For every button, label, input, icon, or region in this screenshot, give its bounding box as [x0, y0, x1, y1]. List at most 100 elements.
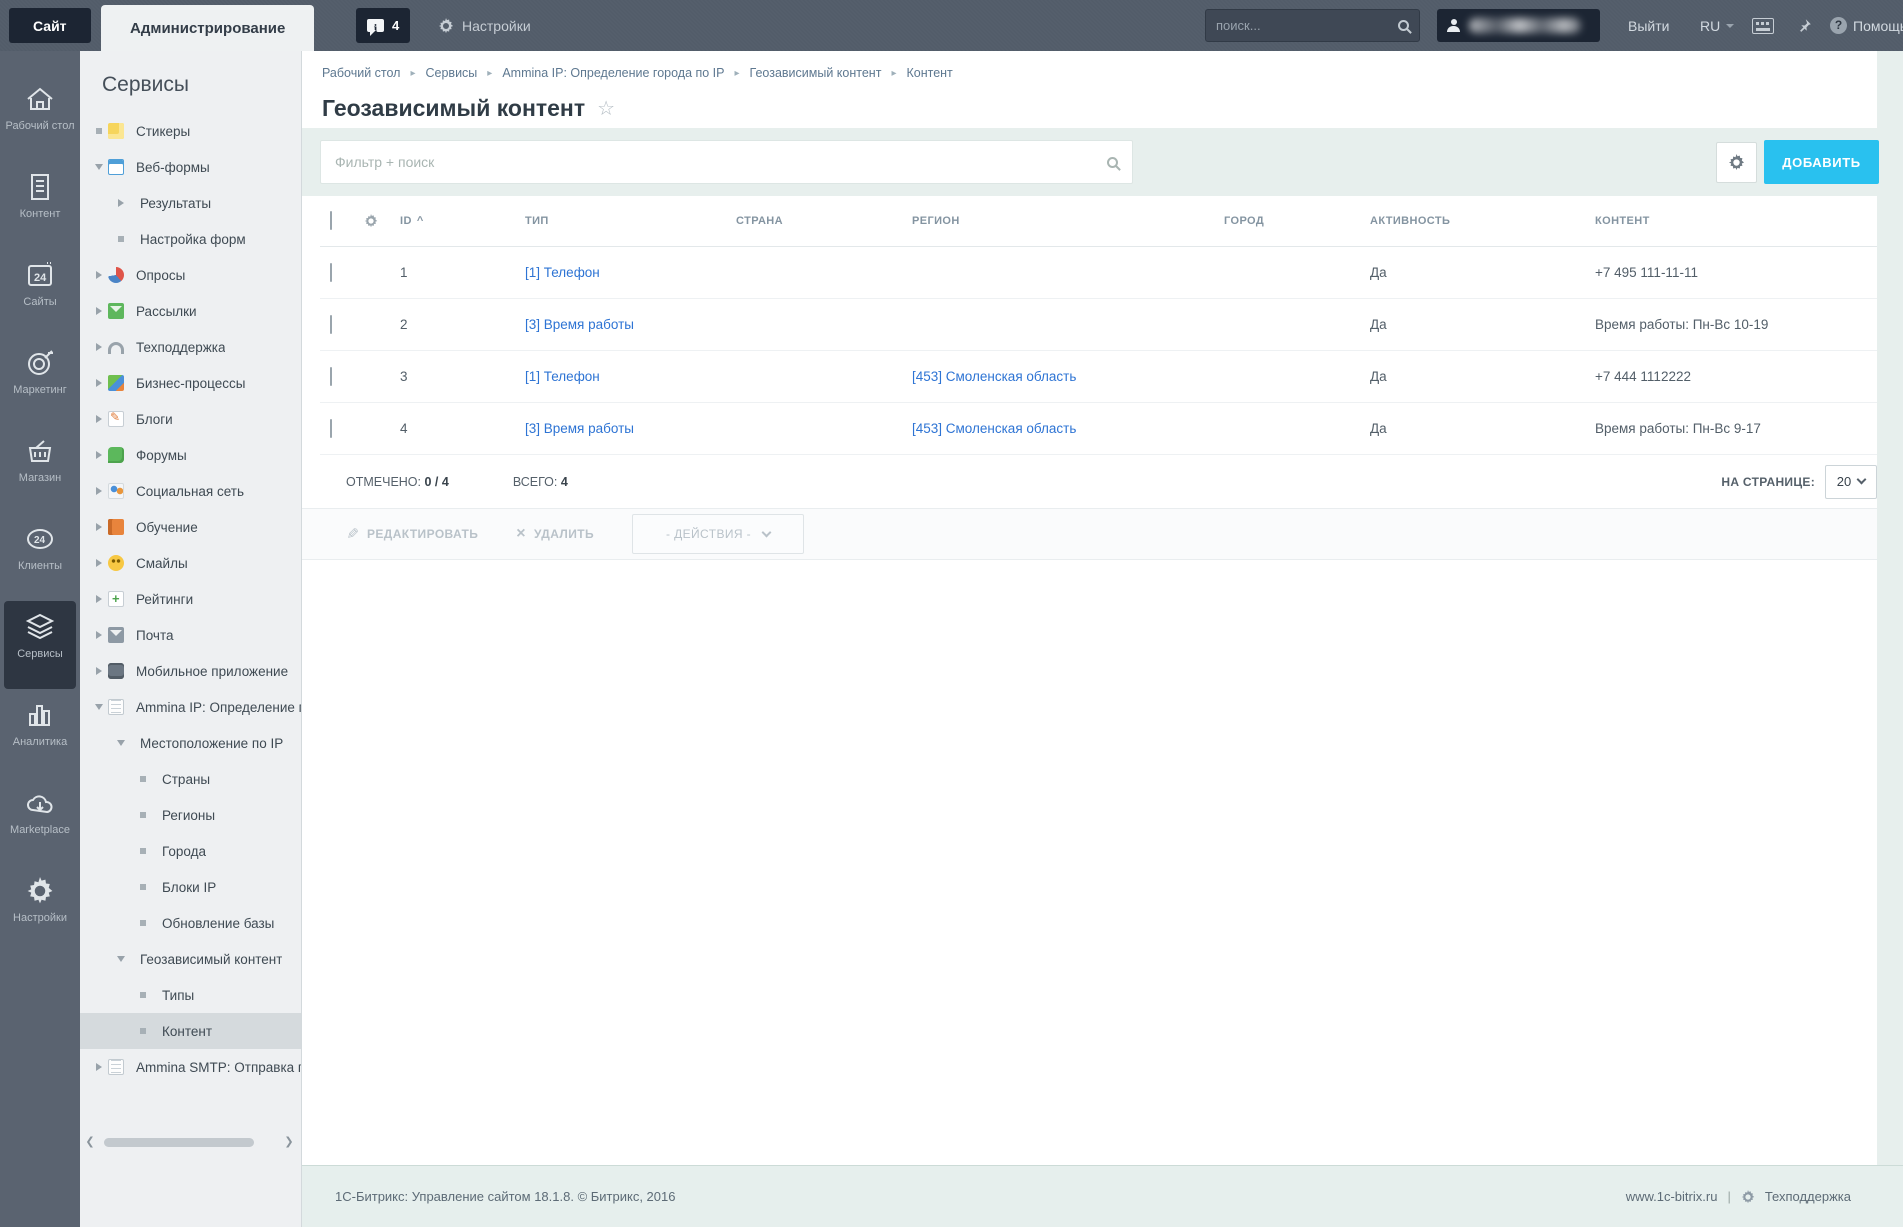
sidebar-item-bizproc[interactable]: Бизнес-процессы — [80, 365, 301, 401]
rail-item-settings[interactable]: Настройки — [4, 865, 76, 953]
collapsed-arrow-icon[interactable] — [96, 595, 106, 603]
collapsed-arrow-icon[interactable] — [96, 1063, 106, 1071]
cell-type-link[interactable]: [3] Время работы — [525, 317, 634, 332]
sidebar-item-results[interactable]: Результаты — [80, 185, 301, 221]
column-header-region[interactable]: РЕГИОН — [904, 215, 1216, 227]
collapsed-arrow-icon[interactable] — [96, 415, 106, 423]
breadcrumb-link[interactable]: Сервисы — [426, 66, 478, 80]
language-switcher[interactable]: RU — [1700, 0, 1735, 51]
collapsed-arrow-icon[interactable] — [96, 667, 106, 675]
sidebar-item-mobile-app[interactable]: Мобильное приложение — [80, 653, 301, 689]
sidebar-item-form-settings[interactable]: Настройка форм — [80, 221, 301, 257]
collapsed-arrow-icon[interactable] — [96, 379, 106, 387]
collapsed-arrow-icon[interactable] — [96, 523, 106, 531]
scroll-left-icon[interactable]: ❮ — [84, 1136, 96, 1149]
user-menu-button[interactable] — [1437, 9, 1600, 42]
collapsed-arrow-icon[interactable] — [96, 307, 106, 315]
cell-type-link[interactable]: [1] Телефон — [525, 265, 600, 280]
filter-search[interactable] — [320, 140, 1133, 184]
sidebar-item-geo-content[interactable]: Геозависимый контент — [80, 941, 301, 977]
sidebar-item-support[interactable]: Техподдержка — [80, 329, 301, 365]
sidebar-item-ammina-ip[interactable]: Ammina IP: Определение г — [80, 689, 301, 725]
filter-search-input[interactable] — [335, 154, 1107, 170]
scroll-right-icon[interactable]: ❯ — [283, 1136, 295, 1149]
sidebar-item-stickers[interactable]: Стикеры — [80, 113, 301, 149]
cell-type-link[interactable]: [3] Время работы — [525, 421, 634, 436]
column-settings-gear-icon[interactable] — [356, 214, 392, 228]
column-header-city[interactable]: ГОРОД — [1216, 215, 1362, 227]
sidebar-item-db-update[interactable]: Обновление базы — [80, 905, 301, 941]
notifications-button[interactable]: 4 — [356, 8, 411, 43]
collapsed-arrow-icon[interactable] — [96, 487, 106, 495]
sidebar-item-types[interactable]: Типы — [80, 977, 301, 1013]
bitrix-site-link[interactable]: www.1c-bitrix.ru — [1626, 1189, 1718, 1204]
expanded-arrow-icon[interactable] — [117, 955, 125, 966]
sidebar-item-forums[interactable]: Форумы — [80, 437, 301, 473]
sidebar-item-ammina-smtp[interactable]: Ammina SMTP: Отправка п — [80, 1049, 301, 1085]
topbar-search[interactable] — [1205, 9, 1420, 42]
sidebar-item-webforms[interactable]: Веб-формы — [80, 149, 301, 185]
per-page-select[interactable]: 20 — [1825, 464, 1877, 499]
scrollbar-thumb[interactable] — [104, 1138, 254, 1147]
topbar-search-input[interactable] — [1216, 18, 1398, 33]
sidebar-item-regions[interactable]: Регионы — [80, 797, 301, 833]
column-header-type[interactable]: ТИП — [517, 215, 728, 227]
rail-item-desktop[interactable]: Рабочий стол — [4, 73, 76, 161]
help-button[interactable]: ? Помощь — [1830, 0, 1903, 51]
collapsed-arrow-icon[interactable] — [96, 343, 106, 351]
row-checkbox[interactable] — [330, 366, 332, 386]
collapsed-arrow-icon[interactable] — [118, 199, 128, 207]
column-header-activity[interactable]: АКТИВНОСТЬ — [1362, 215, 1587, 227]
sidebar-item-polls[interactable]: Опросы — [80, 257, 301, 293]
sidebar-item-content-active[interactable]: Контент — [80, 1013, 301, 1049]
scrollbar-track[interactable] — [96, 1137, 283, 1148]
expanded-arrow-icon[interactable] — [95, 163, 103, 174]
breadcrumb-link[interactable]: Контент — [906, 66, 952, 80]
column-header-content[interactable]: КОНТЕНТ — [1587, 215, 1877, 227]
add-button[interactable]: ДОБАВИТЬ — [1764, 140, 1879, 184]
collapsed-arrow-icon[interactable] — [96, 271, 106, 279]
select-all-checkbox[interactable] — [330, 211, 332, 230]
rail-item-store[interactable]: Магазин — [4, 425, 76, 513]
favorite-star-icon[interactable]: ☆ — [597, 96, 615, 121]
sidebar-item-ip-blocks[interactable]: Блоки IP — [80, 869, 301, 905]
cell-region-link[interactable]: [453] Смоленская область — [912, 421, 1076, 436]
rail-item-marketing[interactable]: Маркетинг — [4, 337, 76, 425]
pin-button[interactable] — [1796, 0, 1812, 51]
collapsed-arrow-icon[interactable] — [96, 451, 106, 459]
edit-button[interactable]: ✎ РЕДАКТИРОВАТЬ — [346, 525, 478, 543]
search-icon[interactable] — [1398, 20, 1409, 31]
row-checkbox[interactable] — [330, 314, 332, 334]
sidebar-item-mail[interactable]: Почта — [80, 617, 301, 653]
column-header-id[interactable]: ID ^ — [392, 215, 517, 227]
topbar-settings-button[interactable]: Настройки — [438, 8, 531, 43]
rail-item-analytics[interactable]: Аналитика — [4, 689, 76, 777]
rail-item-marketplace[interactable]: Marketplace — [4, 777, 76, 865]
tab-site[interactable]: Сайт — [9, 8, 91, 43]
rail-item-sites[interactable]: 24 Сайты — [4, 249, 76, 337]
breadcrumb-link[interactable]: Геозависимый контент — [750, 66, 882, 80]
sidebar-item-social[interactable]: Социальная сеть — [80, 473, 301, 509]
sidebar-item-geolocation-by-ip[interactable]: Местоположение по IP — [80, 725, 301, 761]
expanded-arrow-icon[interactable] — [117, 739, 125, 750]
row-checkbox[interactable] — [330, 418, 332, 438]
grid-settings-button[interactable] — [1716, 142, 1757, 183]
delete-button[interactable]: × УДАЛИТЬ — [516, 525, 594, 543]
rail-item-clients[interactable]: 24 Клиенты — [4, 513, 76, 601]
search-icon[interactable] — [1107, 156, 1118, 168]
cell-region-link[interactable]: [453] Смоленская область — [912, 369, 1076, 384]
sidebar-item-cities[interactable]: Города — [80, 833, 301, 869]
breadcrumb-link[interactable]: Ammina IP: Определение города по IP — [502, 66, 724, 80]
expanded-arrow-icon[interactable] — [95, 703, 103, 714]
hotkeys-button[interactable] — [1752, 0, 1774, 51]
sidebar-item-ratings[interactable]: Рейтинги — [80, 581, 301, 617]
tab-administration[interactable]: Администрирование — [101, 5, 315, 51]
row-checkbox[interactable] — [330, 262, 332, 282]
sidebar-horizontal-scrollbar[interactable]: ❮ ❯ — [84, 1136, 295, 1149]
sidebar-item-countries[interactable]: Страны — [80, 761, 301, 797]
collapsed-arrow-icon[interactable] — [96, 559, 106, 567]
sidebar-item-smiles[interactable]: Смайлы — [80, 545, 301, 581]
actions-dropdown[interactable]: - ДЕЙСТВИЯ - — [632, 514, 805, 554]
sidebar-item-learning[interactable]: Обучение — [80, 509, 301, 545]
collapsed-arrow-icon[interactable] — [96, 631, 106, 639]
